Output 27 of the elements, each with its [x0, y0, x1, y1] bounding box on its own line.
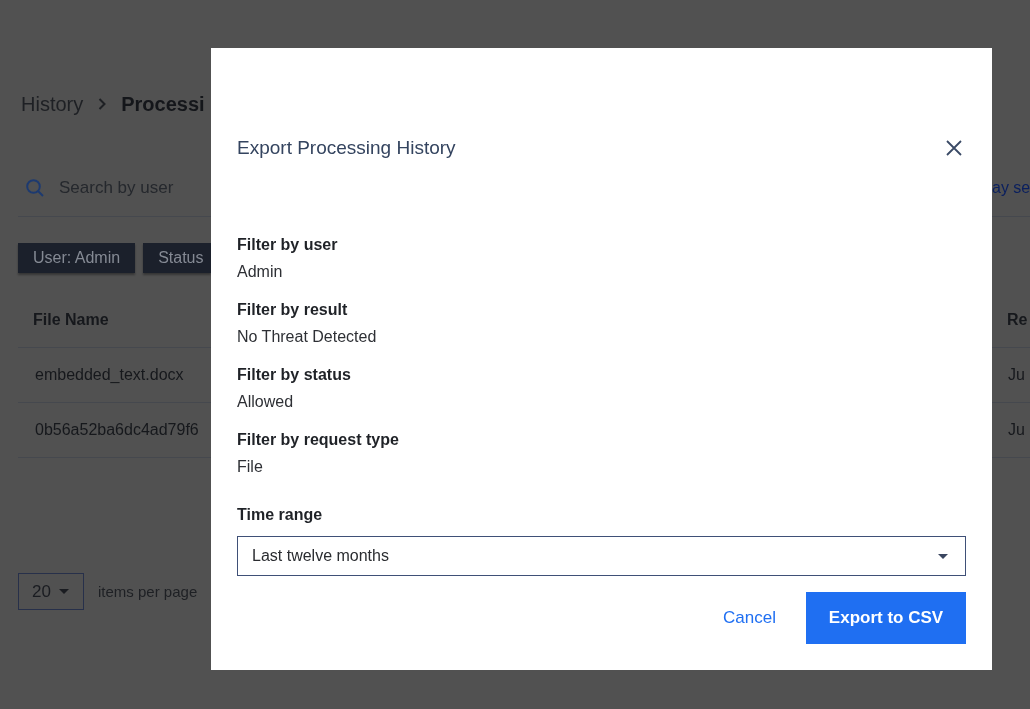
field-label: Filter by status: [237, 365, 351, 385]
breadcrumb-current: Processi: [121, 92, 205, 116]
time-range-select[interactable]: Last twelve months: [237, 536, 966, 576]
export-button[interactable]: Export to CSV: [806, 592, 966, 644]
close-icon: [946, 140, 962, 156]
table-cell: 0b56a52ba6dc4ad79f6: [35, 421, 199, 439]
field-value: Allowed: [237, 392, 294, 412]
table-cell: Ju: [1008, 366, 1025, 384]
caret-down-icon: [58, 589, 69, 594]
chevron-right-icon: [98, 98, 107, 110]
caret-down-icon: [938, 553, 948, 559]
filter-chip[interactable]: User: Admin: [18, 243, 136, 273]
cancel-button[interactable]: Cancel: [711, 598, 788, 638]
field-label: Filter by result: [237, 300, 348, 320]
filter-chip[interactable]: Status: [143, 243, 211, 273]
table-cell: embedded_text.docx: [35, 366, 184, 384]
field-value: Admin: [237, 262, 283, 282]
dialog-title: Export Processing History: [237, 136, 456, 160]
field-label: Filter by user: [237, 235, 338, 255]
field-value: No Threat Detected: [237, 327, 377, 347]
search-icon: [26, 179, 44, 197]
table-header-cell: Re: [1007, 311, 1028, 329]
field-label: Filter by request type: [237, 430, 399, 450]
field-value: File: [237, 457, 263, 477]
table-header-cell: File Name: [33, 311, 109, 329]
field-label: Time range: [237, 505, 323, 525]
table-cell: Ju: [1008, 421, 1025, 439]
